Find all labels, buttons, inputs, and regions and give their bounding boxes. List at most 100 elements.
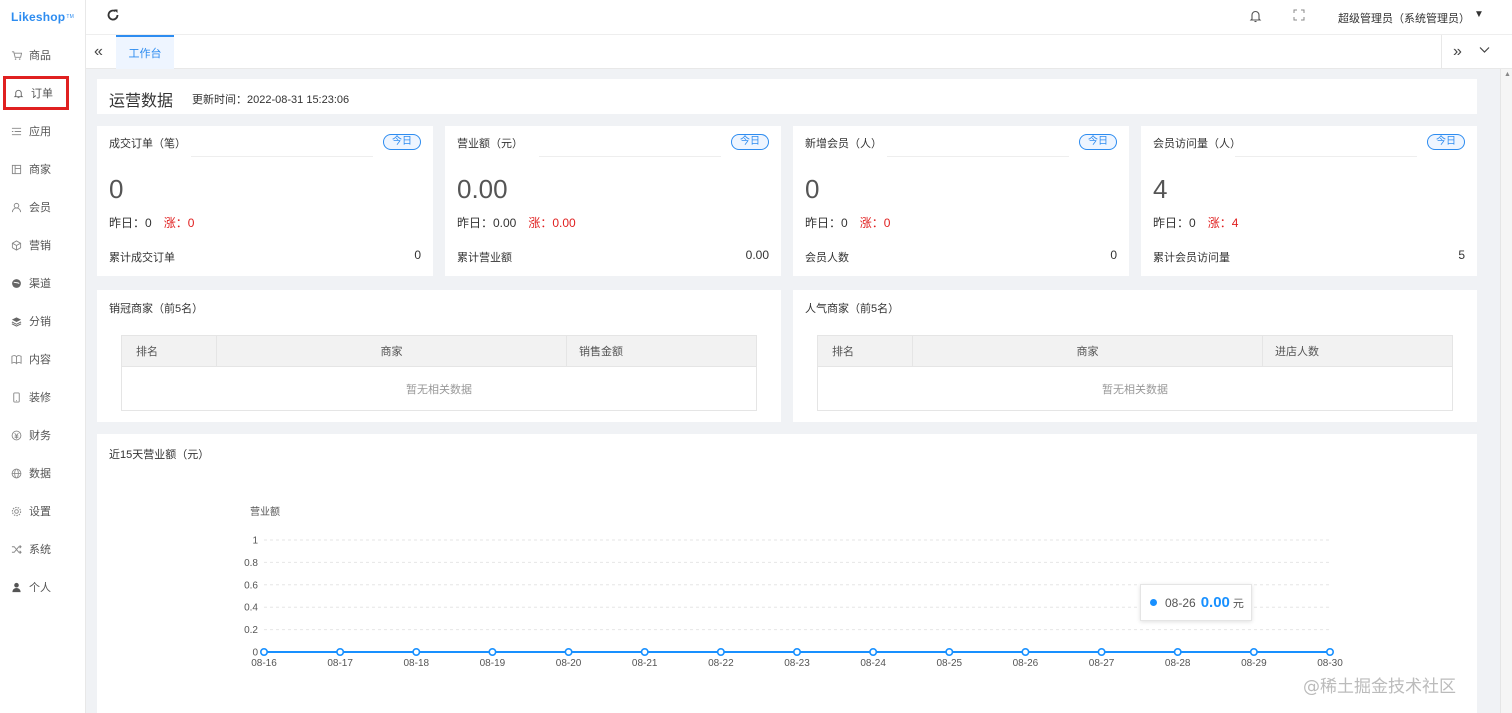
stat-total-label: 累计会员访问量 bbox=[1153, 252, 1230, 264]
today-badge: 今日 bbox=[1427, 134, 1465, 150]
top-sales-merchants: 销冠商家（前5名） 排名 商家 销售金额 暂无相关数据 bbox=[97, 290, 781, 422]
today-badge: 今日 bbox=[383, 134, 421, 150]
divider bbox=[539, 156, 721, 157]
scroll-up-arrow-icon[interactable]: ▲ bbox=[1504, 71, 1511, 78]
yesterday-value: 昨日：0 bbox=[1153, 216, 1196, 230]
sidebar: Likeshop TM 商品 订单 应用 商家 会员 营销 渠道 分销 内容 装修 bbox=[0, 0, 86, 713]
sidebar-item-label: 个人 bbox=[29, 582, 51, 594]
page-title: 运营数据 bbox=[109, 93, 174, 110]
sidebar-item-label: 商品 bbox=[29, 50, 51, 62]
mobile-icon bbox=[10, 391, 22, 403]
stat-value: 4 bbox=[1153, 174, 1168, 204]
tooltip-unit: 元 bbox=[1232, 597, 1244, 610]
chevron-down-icon[interactable] bbox=[1478, 43, 1491, 59]
sidebar-item-merchants[interactable]: 商家 bbox=[0, 150, 86, 188]
cart-icon bbox=[10, 49, 22, 61]
sidebar-item-label: 分销 bbox=[29, 316, 51, 328]
sidebar-item-personal[interactable]: 个人 bbox=[0, 568, 86, 606]
refresh-icon[interactable] bbox=[106, 8, 122, 24]
tab-bar: « 工作台 » bbox=[86, 34, 1512, 69]
sidebar-item-apps[interactable]: 应用 bbox=[0, 112, 86, 150]
sidebar-item-label: 装修 bbox=[29, 392, 51, 404]
sidebar-item-label: 设置 bbox=[29, 506, 51, 518]
sidebar-item-label: 渠道 bbox=[29, 278, 51, 290]
sidebar-item-members[interactable]: 会员 bbox=[0, 188, 86, 226]
yesterday-value: 昨日：0.00 bbox=[457, 216, 517, 230]
divider bbox=[1235, 156, 1417, 157]
column-header-sales: 销售金额 bbox=[567, 336, 756, 367]
sidebar-item-content[interactable]: 内容 bbox=[0, 340, 86, 378]
column-header-merchant: 商家 bbox=[217, 336, 567, 367]
gear-icon bbox=[10, 505, 22, 517]
stat-total-label: 累计成交订单 bbox=[109, 252, 175, 264]
stat-title: 营业额（元） bbox=[457, 138, 523, 150]
table-title: 人气商家（前5名） bbox=[805, 303, 900, 315]
watermark: @稀土掘金技术社区 bbox=[1303, 677, 1456, 697]
globe-icon bbox=[10, 277, 22, 289]
sidebar-item-settings[interactable]: 设置 bbox=[0, 492, 86, 530]
money-icon bbox=[10, 429, 22, 441]
user-menu[interactable]: 超级管理员（系统管理员） bbox=[1338, 10, 1470, 26]
operations-header: 运营数据 更新时间：2022-08-31 15:23:06 bbox=[97, 79, 1477, 114]
stat-total-value: 0.00 bbox=[745, 248, 769, 262]
series-dot bbox=[1150, 599, 1157, 606]
sidebar-item-finance[interactable]: 财务 bbox=[0, 416, 86, 454]
tooltip-date: 08-26 bbox=[1165, 595, 1196, 610]
tooltip-value: 0.00 bbox=[1200, 594, 1230, 611]
user-icon bbox=[10, 201, 22, 213]
column-header-rank: 排名 bbox=[818, 336, 913, 367]
sidebar-item-label: 商家 bbox=[29, 164, 51, 176]
double-chevron-left-icon[interactable]: « bbox=[94, 43, 103, 61]
stat-total-label: 会员人数 bbox=[805, 252, 849, 264]
increase-value: 涨：0.00 bbox=[528, 216, 576, 230]
tab-workbench[interactable]: 工作台 bbox=[116, 35, 174, 69]
stat-total-value: 5 bbox=[1458, 248, 1465, 262]
sidebar-item-distribution[interactable]: 分销 bbox=[0, 302, 86, 340]
fullscreen-icon[interactable] bbox=[1293, 9, 1305, 24]
book-icon bbox=[10, 353, 22, 365]
yesterday-value: 昨日：0 bbox=[805, 216, 848, 230]
empty-state: 暂无相关数据 bbox=[406, 384, 472, 396]
sidebar-item-data[interactable]: 数据 bbox=[0, 454, 86, 492]
sidebar-item-marketing[interactable]: 营销 bbox=[0, 226, 86, 264]
divider bbox=[887, 156, 1069, 157]
column-header-visitors: 进店人数 bbox=[1263, 336, 1452, 367]
world-icon bbox=[10, 467, 22, 479]
stat-total-value: 0 bbox=[414, 248, 421, 262]
revenue-chart-card: 近15天营业额（元） bbox=[97, 434, 1477, 713]
sidebar-item-label: 系统 bbox=[29, 544, 51, 556]
today-badge: 今日 bbox=[1079, 134, 1117, 150]
stat-value: 0.00 bbox=[457, 174, 508, 204]
logo[interactable]: Likeshop TM bbox=[0, 0, 85, 34]
chart-title: 近15天营业额（元） bbox=[109, 449, 210, 461]
notification-bell-icon[interactable] bbox=[1249, 9, 1262, 26]
tab-label: 工作台 bbox=[128, 48, 162, 60]
sidebar-item-channels[interactable]: 渠道 bbox=[0, 264, 86, 302]
store-icon bbox=[10, 163, 22, 175]
increase-value: 涨：0 bbox=[859, 216, 891, 230]
stat-card-visits: 会员访问量（人） 今日 4 昨日：0 涨：4 累计会员访问量 5 bbox=[1141, 126, 1477, 276]
empty-state: 暂无相关数据 bbox=[1102, 384, 1168, 396]
chevron-down-icon[interactable]: ▼ bbox=[1474, 9, 1484, 20]
list-icon bbox=[10, 125, 22, 137]
topbar: 超级管理员（系统管理员） ▼ bbox=[86, 0, 1512, 34]
sidebar-item-goods[interactable]: 商品 bbox=[0, 36, 86, 74]
yesterday-value: 昨日：0 bbox=[109, 216, 152, 230]
scrollbar[interactable]: ▲ bbox=[1500, 69, 1512, 713]
column-header-merchant: 商家 bbox=[913, 336, 1263, 367]
bell-icon bbox=[12, 87, 24, 99]
sidebar-item-decoration[interactable]: 装修 bbox=[0, 378, 86, 416]
stat-yesterday: 昨日：0 涨：4 bbox=[1153, 214, 1238, 231]
stat-title: 成交订单（笔） bbox=[109, 138, 186, 150]
sidebar-item-label: 营销 bbox=[29, 240, 51, 252]
cube-icon bbox=[10, 239, 22, 251]
stat-card-new-members: 新增会员（人） 今日 0 昨日：0 涨：0 会员人数 0 bbox=[793, 126, 1129, 276]
sidebar-item-system[interactable]: 系统 bbox=[0, 530, 86, 568]
sidebar-item-orders[interactable]: 订单 bbox=[2, 75, 70, 111]
divider bbox=[191, 156, 373, 157]
double-chevron-right-icon[interactable]: » bbox=[1441, 35, 1473, 69]
popular-merchants: 人气商家（前5名） 排名 商家 进店人数 暂无相关数据 bbox=[793, 290, 1477, 422]
stat-card-revenue: 营业额（元） 今日 0.00 昨日：0.00 涨：0.00 累计营业额 0.00 bbox=[445, 126, 781, 276]
stat-value: 0 bbox=[805, 174, 820, 204]
increase-value: 涨：4 bbox=[1207, 216, 1239, 230]
